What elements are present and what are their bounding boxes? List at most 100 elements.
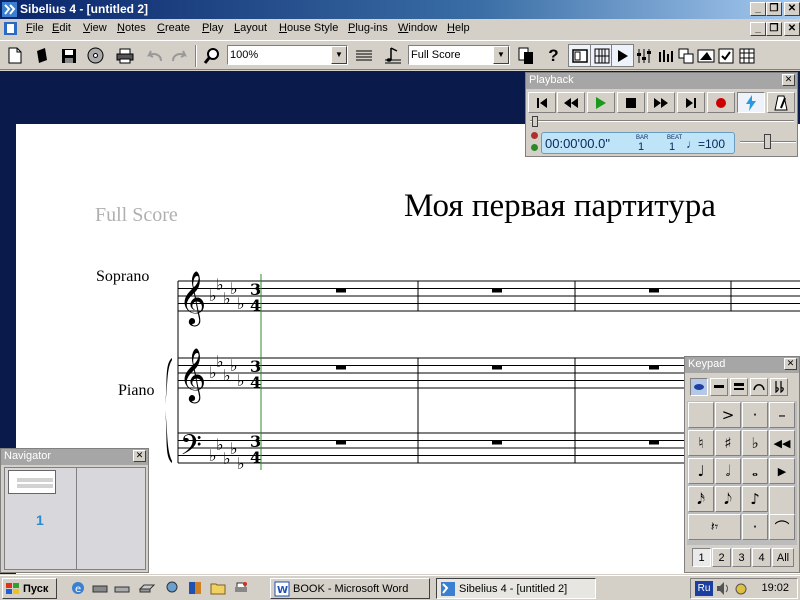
mixer-grid-toggle[interactable] [590,44,613,67]
close-button[interactable]: ✕ [784,2,800,16]
doc-restore-button[interactable]: ❐ [766,22,782,36]
menu-edit[interactable]: Edit [52,22,71,34]
printer-tray-icon[interactable] [233,580,249,596]
keypad-tab-common[interactable] [690,378,708,396]
skip-end-button[interactable] [677,92,705,113]
help-button[interactable]: ? [542,44,565,67]
bar-rests[interactable] [336,288,659,445]
book-icon[interactable] [187,580,203,596]
navigator-toggle[interactable] [568,44,591,67]
menu-view[interactable]: View [83,22,107,34]
keypad-close-button[interactable]: ✕ [784,358,797,370]
keypad-tab-accidentals[interactable] [770,378,788,396]
playback-close-button[interactable]: ✕ [782,74,795,86]
menu-plug-ins[interactable]: Plug-ins [348,22,388,34]
keypad-window[interactable]: Keypad ✕ > · – ♮ ♯ ♭ ◀◀ ♩ 𝅗𝅥 𝅝 ▶ 𝅘𝅥𝅯 𝅘𝅥𝅮… [684,356,800,573]
internet-explorer-icon[interactable]: e [70,580,86,596]
extract-parts-button[interactable] [514,44,537,67]
mixer-button[interactable] [632,44,655,67]
playback-title[interactable]: Playback [526,73,797,89]
menu-notes[interactable]: Notes [117,22,146,34]
slider-thumb[interactable] [532,116,538,127]
keypad-toggle[interactable] [735,44,758,67]
metronome-button[interactable] [767,92,795,113]
stop-button[interactable] [617,92,645,113]
new-button[interactable] [3,44,26,67]
doc-minimize-button[interactable]: _ [750,22,766,36]
headset-icon[interactable] [734,581,748,596]
keypad-tab-articulations[interactable] [750,378,768,396]
keypad-key-rest[interactable]: 𝄽𝄾 [688,514,741,540]
keypad-key-minim[interactable]: 𝅗𝅥 [715,458,741,484]
keypad-tab-notes[interactable] [710,378,728,396]
keypad-key-play[interactable]: ▶ [769,458,795,484]
tempo-slider-thumb[interactable] [764,134,771,149]
menu-window[interactable]: Window [398,22,437,34]
part-dropdown[interactable]: Full Score ▼ [408,45,510,65]
properties-button[interactable] [714,44,737,67]
playback-position-slider[interactable] [530,116,794,127]
menu-house-style[interactable]: House Style [279,22,338,34]
keypad-key-tenuto[interactable]: – [769,402,795,428]
keypad-key-quaver[interactable]: ♪ [742,486,768,512]
keypad-key-natural[interactable]: ♮ [688,430,714,456]
volume-icon[interactable] [716,581,730,596]
minimize-button[interactable]: _ [750,2,766,16]
keypad-layout-2[interactable]: 2 [712,548,731,567]
sibelius-app-icon[interactable] [2,2,17,17]
rewind-button[interactable] [557,92,585,113]
menu-file[interactable]: File [26,22,44,34]
keypad-key-semibreve[interactable]: 𝅝 [742,458,768,484]
keypad-key-sharp[interactable]: ♯ [715,430,741,456]
disk-drive-icon[interactable] [139,580,155,596]
drive-icon[interactable] [114,580,130,596]
start-button[interactable]: Пуск [2,578,57,599]
transpose-button[interactable] [352,44,375,67]
taskbar-word[interactable]: W BOOK - Microsoft Word [270,578,430,599]
keypad-key-quaver-beamed[interactable]: 𝅘𝅥𝅮 [715,486,741,512]
tempo-slider[interactable] [740,134,796,150]
keypad-key-accent[interactable]: > [715,402,741,428]
menu-help[interactable]: Help [447,22,470,34]
keypad-title[interactable]: Keypad [685,357,799,373]
redo-button[interactable] [168,44,191,67]
keypad-tab-beams[interactable] [730,378,748,396]
parts-button[interactable] [381,44,404,67]
keypad-key-crotchet[interactable]: ♩ [688,458,714,484]
document-icon[interactable] [3,21,18,36]
keypad-key-rewind[interactable]: ◀◀ [769,430,795,456]
undo-button[interactable] [142,44,165,67]
zoom-button[interactable] [200,44,223,67]
chevron-down-icon[interactable]: ▼ [493,46,509,64]
keypad-key-dot[interactable]: · [742,514,768,540]
folder-icon[interactable] [210,580,226,596]
keypad-layout-4[interactable]: 4 [752,548,771,567]
navigator-pane[interactable]: 1 [4,467,146,570]
keypad-key-0[interactable] [688,402,714,428]
time-signature[interactable]: 3 4 3 4 3 4 [250,280,261,467]
live-playback-button[interactable] [737,92,765,113]
keypad-key-staccato[interactable]: · [742,402,768,428]
keypad-key-flat[interactable]: ♭ [742,430,768,456]
save-button[interactable] [57,44,80,67]
navigator-title[interactable]: Navigator [1,449,148,465]
navigator-page-thumbnail[interactable] [8,470,56,494]
network-icon[interactable] [164,580,180,596]
fast-forward-button[interactable] [647,92,675,113]
keypad-key-tie[interactable]: ⌒ [769,514,795,540]
keypad-layout-all[interactable]: All [772,548,794,567]
zoom-dropdown[interactable]: 100% ▼ [227,45,348,65]
play-button[interactable] [587,92,615,113]
taskbar-sibelius[interactable]: Sibelius 4 - [untitled 2] [436,578,596,599]
keypad-layout-1[interactable]: 1 [692,548,711,567]
open-button[interactable] [30,44,53,67]
record-button[interactable] [707,92,735,113]
clock[interactable]: 19:02 [761,582,789,594]
soprano-staff[interactable] [178,280,800,312]
doc-close-button[interactable]: ✕ [784,22,800,36]
language-indicator[interactable]: Ru [695,581,713,596]
cd-export-button[interactable] [84,44,107,67]
rewind-start-button[interactable] [528,92,556,113]
keypad-layout-3[interactable]: 3 [732,548,751,567]
scanner-icon[interactable] [92,580,108,596]
